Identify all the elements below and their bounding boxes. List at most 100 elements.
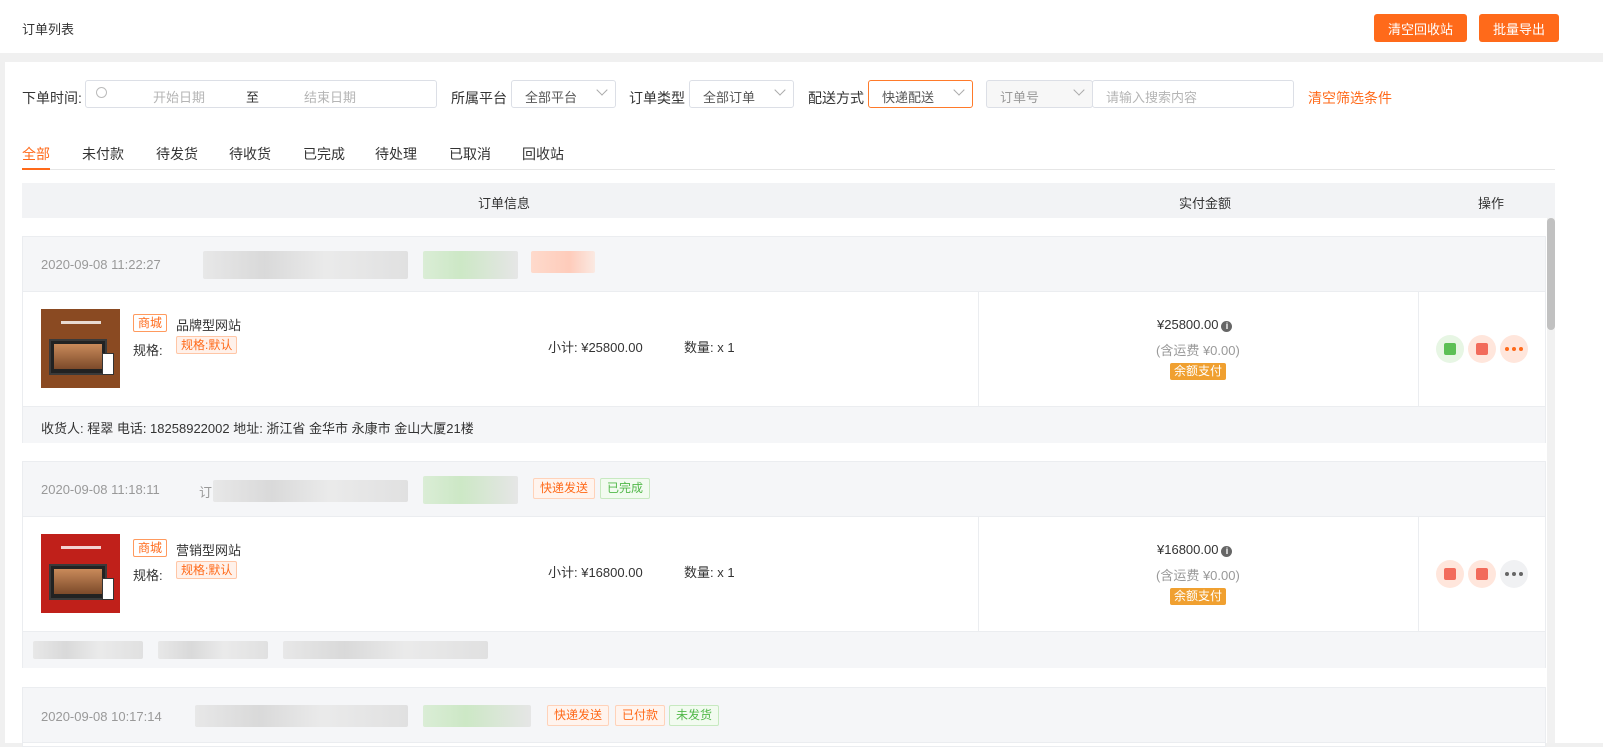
- tab-unpaid[interactable]: 未付款: [82, 144, 124, 164]
- date-range-picker[interactable]: 开始日期 至 结束日期: [85, 80, 437, 108]
- column-divider: [978, 517, 979, 631]
- order-card-header: 2020-09-08 10:17:14 快递发送 已付款 未发货: [23, 688, 1545, 743]
- pay-method-badge: 余额支付: [1170, 363, 1227, 380]
- scrollbar-thumb[interactable]: [1547, 218, 1555, 330]
- chevron-down-icon: [953, 84, 965, 96]
- more-button[interactable]: [1500, 335, 1528, 363]
- delivery-select-value: 快递配送: [882, 90, 935, 105]
- ship-button[interactable]: [1436, 335, 1464, 363]
- order-card: 2020-09-08 10:17:14 快递发送 已付款 未发货: [22, 687, 1546, 747]
- print-button[interactable]: [1436, 560, 1464, 588]
- shipping-fee: (含运费 ¥0.00): [1156, 343, 1240, 358]
- ship-icon: [1444, 343, 1456, 355]
- product-thumbnail[interactable]: [41, 534, 120, 613]
- product-thumbnail[interactable]: [41, 309, 120, 388]
- tab-pending[interactable]: 待处理: [375, 144, 417, 164]
- tab-to-receive[interactable]: 待收货: [229, 144, 271, 164]
- table-header: 订单信息 实付金额 操作: [22, 183, 1555, 218]
- thumbnail-phone: [102, 578, 114, 600]
- order-card-body: 商城 品牌型网站 规格: 规格:默认 小计: ¥25800.00 数量: x 1…: [23, 292, 1545, 407]
- spec-label: 规格:: [133, 568, 163, 583]
- column-actions: 操作: [1478, 196, 1505, 211]
- chevron-down-icon: [596, 84, 608, 96]
- column-divider: [978, 292, 979, 406]
- column-divider: [1418, 517, 1419, 631]
- print-button[interactable]: [1468, 335, 1496, 363]
- tab-cancelled[interactable]: 已取消: [449, 144, 491, 164]
- thumbnail-phone: [102, 353, 114, 375]
- mall-tag: 商城: [133, 314, 168, 332]
- thumbnail-screen: [49, 564, 107, 600]
- delivery-select[interactable]: 快递配送: [868, 80, 973, 108]
- thumbnail-title-bar: [61, 546, 101, 549]
- delivery-tag: 快递发送: [533, 478, 596, 499]
- start-date-input[interactable]: 开始日期: [153, 87, 205, 106]
- redacted-tag: [423, 476, 518, 504]
- order-card-body: 商城 营销型网站 规格: 规格:默认 小计: ¥16800.00 数量: x 1…: [23, 517, 1545, 632]
- paid-amount: ¥16800.00 i: [1157, 542, 1233, 557]
- tab-recycle-bin[interactable]: 回收站: [522, 144, 564, 164]
- range-separator: 至: [246, 90, 260, 105]
- receiver-address: 收货人: 程翠 电话: 18258922002 地址: 浙江省 金华市 永康市 …: [41, 421, 474, 436]
- pay-method-badge: 余额支付: [1170, 588, 1227, 605]
- paid-amount: ¥25800.00 i: [1157, 317, 1233, 332]
- shipping-fee: (含运费 ¥0.00): [1156, 568, 1240, 583]
- product-name[interactable]: 营销型网站: [176, 540, 241, 559]
- redacted-order-number: [213, 480, 408, 502]
- shipping-status-tag: 未发货: [669, 705, 720, 726]
- tab-completed[interactable]: 已完成: [303, 144, 345, 164]
- spec-label: 规格:: [133, 343, 163, 358]
- delivery-tag: 快递发送: [547, 705, 610, 726]
- order-type-select-value: 全部订单: [703, 90, 756, 105]
- paid-amount-value: ¥25800.00: [1157, 317, 1219, 332]
- order-date: 2020-09-08 11:22:27: [41, 257, 161, 272]
- search-input-placeholder: 请输入搜索内容: [1106, 90, 1198, 105]
- tab-all[interactable]: 全部: [22, 144, 50, 170]
- paid-amount-value: ¥16800.00: [1157, 542, 1219, 557]
- status-tabs: 全部 未付款 待发货 待收货 已完成 待处理 已取消 回收站: [22, 140, 1555, 170]
- chevron-down-icon: [1073, 84, 1085, 96]
- column-divider: [1418, 292, 1419, 406]
- platform-label: 所属平台: [451, 90, 507, 106]
- batch-export-button[interactable]: 批量导出: [1479, 14, 1560, 42]
- more-icon: [1505, 347, 1523, 351]
- info-icon[interactable]: i: [1221, 321, 1233, 332]
- order-time-label: 下单时间:: [22, 90, 82, 106]
- redacted-address: [33, 641, 143, 659]
- clear-filters-link[interactable]: 清空筛选条件: [1308, 88, 1392, 108]
- redacted-order-number: [203, 251, 408, 279]
- order-type-select[interactable]: 全部订单: [689, 80, 794, 108]
- spec-tag: 规格:默认: [176, 561, 238, 579]
- product-name[interactable]: 品牌型网站: [176, 315, 241, 334]
- redacted-order-number: [195, 705, 408, 727]
- order-card-header: 2020-09-08 11:22:27: [23, 237, 1545, 292]
- print-icon: [1476, 343, 1488, 355]
- quantity: 数量: x 1: [684, 565, 735, 580]
- order-card-header: 2020-09-08 11:18:11 订 快递发送 已完成: [23, 462, 1545, 517]
- platform-select[interactable]: 全部平台: [511, 80, 616, 108]
- platform-select-value: 全部平台: [525, 90, 578, 105]
- order-card: 2020-09-08 11:22:27 商城 品牌型网站 规格: 规格:默认 小…: [22, 236, 1546, 443]
- tab-to-ship[interactable]: 待发货: [156, 144, 198, 164]
- order-card-footer: 收货人: 程翠 电话: 18258922002 地址: 浙江省 金华市 永康市 …: [23, 407, 1545, 443]
- order-card-footer: [23, 632, 1545, 668]
- delivery-label: 配送方式: [808, 90, 864, 106]
- info-icon[interactable]: i: [1221, 546, 1233, 557]
- redacted-address: [158, 641, 268, 659]
- search-input[interactable]: 请输入搜索内容: [1092, 80, 1294, 108]
- end-date-input[interactable]: 结束日期: [304, 87, 356, 106]
- more-button[interactable]: [1500, 560, 1528, 588]
- search-field-select[interactable]: 订单号: [986, 80, 1093, 108]
- order-card: 2020-09-08 11:18:11 订 快递发送 已完成 商城 营销型网站 …: [22, 461, 1546, 668]
- thumbnail-screen: [49, 339, 107, 375]
- order-date: 2020-09-08 11:18:11: [41, 482, 160, 497]
- chevron-down-icon: [774, 84, 786, 96]
- thumbnail-title-bar: [61, 321, 101, 324]
- message-button[interactable]: [1468, 560, 1496, 588]
- subtotal: 小计: ¥25800.00: [548, 340, 643, 355]
- order-number-label: 订: [199, 485, 213, 500]
- column-paid-amount: 实付金额: [1179, 196, 1232, 211]
- print-icon: [1444, 568, 1456, 580]
- status-tag: 已完成: [600, 478, 651, 499]
- clear-recycle-bin-button[interactable]: 清空回收站: [1374, 14, 1468, 42]
